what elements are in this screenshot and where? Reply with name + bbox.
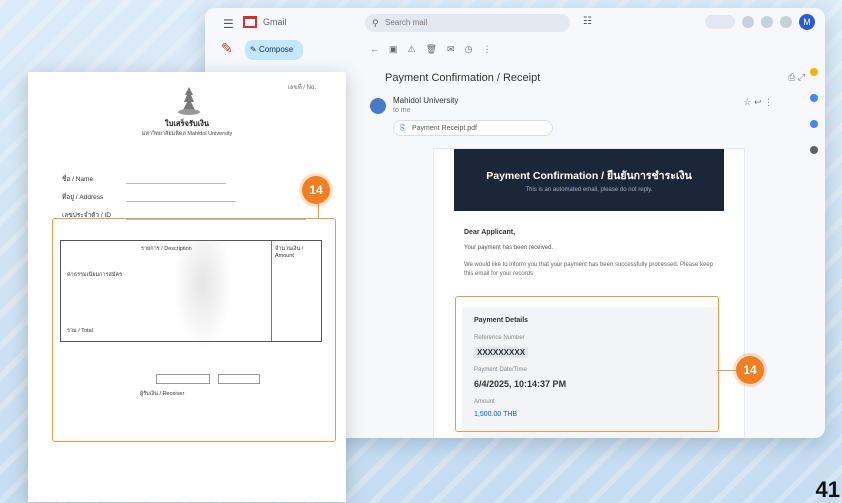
reply-icon[interactable]: ☆ ↩ ⋮ [743,97,773,108]
sender-avatar [370,98,386,114]
tasks-icon[interactable] [810,120,818,128]
sender-name: Mahidol University [393,96,459,105]
mail-topbar: ☰ Gmail ⚲ Search mail ☷ M [205,8,825,38]
email-banner: Payment Confirmation / ยืนยันการชำระเงิน… [454,149,724,211]
status-pill[interactable] [705,15,735,29]
paperclip-icon: ⎘ [400,125,406,132]
delete-icon[interactable]: 🗑 [426,44,437,55]
help-icon[interactable] [742,16,754,28]
back-icon[interactable]: ← [370,44,379,55]
form-field-address [126,193,236,202]
compose-label: Compose [259,45,294,54]
email-greeting: Dear Applicant, [464,229,516,236]
attachment-chip[interactable]: ⎘ Payment Receipt.pdf [393,120,553,136]
archive-icon[interactable]: ▣ [389,44,398,55]
settings-icon[interactable] [761,16,773,28]
pen-icon: ✎ [250,45,257,54]
keep-icon[interactable] [810,94,818,102]
contacts-icon[interactable] [810,146,818,154]
more-icon[interactable]: ⋮ [482,44,491,55]
step-marker-right: 14 [736,356,764,384]
side-rail [803,48,825,438]
mark-unread-icon[interactable]: ✉ [447,44,455,55]
filter-icon[interactable]: ☷ [583,16,592,27]
app-name: Gmail [263,17,287,27]
email-paragraph: We would like to inform you that your pa… [464,262,714,277]
gmail-logo-icon[interactable] [243,16,257,28]
callout-box-left [52,218,336,442]
email-subject: Payment Confirmation / Receipt [385,72,541,84]
callout-box-right [455,296,719,432]
topbar-actions: M [705,14,815,30]
search-placeholder: Search mail [385,18,428,27]
sender-recipient: to me [393,107,411,114]
calendar-icon[interactable] [810,68,818,76]
menu-icon[interactable]: ☰ [223,17,234,31]
banner-title: Payment Confirmation / ยืนยันการชำระเงิน [486,170,692,182]
form-label-address: ที่อยู่ / Address [62,194,104,201]
snooze-icon[interactable]: ◷ [465,44,473,55]
attachment-name: Payment Receipt.pdf [412,125,477,132]
report-icon[interactable]: ⚠ [408,44,416,55]
page-number: 41 [815,477,840,502]
email-line: Your payment has been received. [464,245,554,251]
document-title: ใบเสร็จรับเงิน [164,119,210,128]
university-seal-icon [178,87,200,115]
apps-icon[interactable] [780,16,792,28]
document-subtitle: มหาวิทยาลัยมหิดล Mahidol University [141,131,233,137]
search-input[interactable]: ⚲ Search mail [365,14,570,32]
banner-subtitle: This is an automated email, please do no… [525,187,653,193]
avatar[interactable]: M [799,14,815,30]
message-toolbar: ← ▣ ⚠ 🗑 ✉ ◷ ⋮ [370,44,491,55]
form-label-name: ชื่อ / Name [62,176,94,183]
pencil-icon[interactable]: ✎ [221,40,237,56]
search-icon: ⚲ [372,18,379,28]
form-field-name [126,175,226,184]
document-ref: เลขที่ / No. [287,85,316,91]
step-marker-left: 14 [302,176,330,204]
compose-button[interactable]: ✎ Compose [245,40,303,60]
